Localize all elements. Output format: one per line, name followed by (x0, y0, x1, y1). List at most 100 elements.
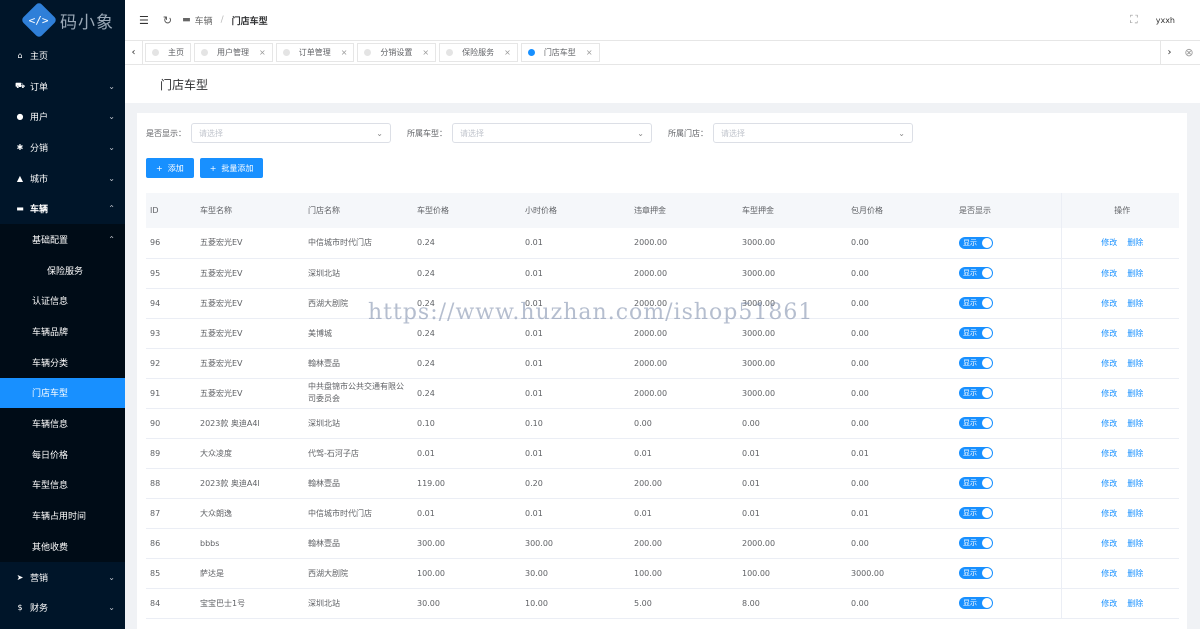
sidebar-item[interactable]: 车辆分类 (0, 346, 125, 378)
toggle-knob (982, 328, 992, 338)
table-cell: 200.00 (630, 528, 738, 559)
tab[interactable]: 用户管理 × (194, 43, 273, 62)
sidebar-item[interactable]: ➤ 营销 ⌄ (0, 562, 125, 593)
tab[interactable]: 保险服务 × (439, 43, 518, 62)
delete-link[interactable]: 删除 (1127, 599, 1143, 608)
sidebar-item[interactable]: ✱ 分销 ⌄ (0, 132, 125, 163)
sidebar-item[interactable]: 认证信息 (0, 285, 125, 317)
visibility-toggle[interactable]: 显示 (959, 297, 993, 309)
edit-link[interactable]: 修改 (1101, 359, 1117, 368)
close-icon[interactable]: × (504, 48, 511, 57)
visibility-toggle[interactable]: 显示 (959, 236, 993, 249)
chevron-down-icon: ⌄ (108, 142, 115, 152)
fullscreen-icon[interactable]: ⛶ (1130, 13, 1138, 27)
edit-link[interactable]: 修改 (1101, 509, 1117, 518)
delete-link[interactable]: 删除 (1127, 329, 1143, 338)
delete-link[interactable]: 删除 (1127, 389, 1143, 398)
chevron-down-icon: ⌄ (108, 81, 115, 91)
tabs-scroll-right-icon[interactable]: › (1160, 40, 1178, 65)
logo[interactable]: </> 码小象 (0, 0, 125, 40)
close-icon[interactable]: × (586, 48, 593, 57)
edit-link[interactable]: 修改 (1101, 419, 1117, 428)
tab[interactable]: 订单管理 × (275, 43, 355, 62)
close-all-tabs-icon[interactable]: ⊗ (1178, 46, 1200, 59)
sidebar-item[interactable]: 车辆品牌 (0, 316, 125, 347)
filter-select[interactable]: 请选择 ⌄ (191, 123, 391, 143)
visibility-toggle[interactable]: 显示 (959, 417, 993, 429)
edit-link[interactable]: 修改 (1101, 599, 1117, 608)
sidebar-item[interactable]: 基础配置 ⌃ (0, 224, 125, 255)
tab[interactable]: 门店车型 × (520, 43, 600, 62)
username[interactable]: yxxh (1156, 16, 1175, 25)
close-icon[interactable]: × (341, 48, 348, 57)
edit-link[interactable]: 修改 (1101, 449, 1117, 458)
refresh-icon[interactable]: ↻ (163, 14, 172, 27)
visibility-toggle[interactable]: 显示 (959, 327, 993, 339)
delete-link[interactable]: 删除 (1127, 419, 1143, 428)
table-cell: 中共盘锦市公共交通有限公司委员会 (304, 378, 413, 409)
sidebar-item-label: 基础配置 (32, 235, 69, 246)
actions-cell: 修改 删除 (1060, 318, 1179, 349)
batch-add-button[interactable]: + 批量添加 (199, 158, 264, 178)
delete-link[interactable]: 删除 (1127, 269, 1143, 278)
actions-cell: 修改 删除 (1060, 408, 1179, 439)
sidebar-item[interactable]: 保险服务 (0, 254, 125, 286)
delete-link[interactable]: 删除 (1127, 479, 1143, 488)
sidebar-item[interactable]: 车辆占用时间 (0, 500, 125, 531)
add-button[interactable]: + 添加 (146, 158, 194, 178)
edit-link[interactable]: 修改 (1101, 389, 1117, 398)
edit-link[interactable]: 修改 (1101, 269, 1117, 278)
close-icon[interactable]: × (422, 48, 429, 57)
edit-link[interactable]: 修改 (1101, 569, 1117, 578)
tabs-scroll-left-icon[interactable]: ‹ (125, 40, 143, 65)
table-cell: 3000.00 (738, 258, 847, 289)
visibility-toggle[interactable]: 显示 (959, 477, 993, 489)
sidebar-item-label: 门店车型 (32, 389, 69, 400)
visibility-toggle[interactable]: 显示 (959, 267, 993, 279)
sidebar-item[interactable]: $ 财务 ⌄ (0, 592, 125, 623)
delete-link[interactable]: 删除 (1127, 238, 1143, 247)
sidebar-item[interactable]: ▬ 车辆 ⌃ (0, 193, 125, 224)
sidebar-item[interactable]: ⌂ 主页 (0, 40, 125, 71)
watermark: https://www.huzhan.com/ishop51861 (368, 300, 814, 325)
visibility-toggle[interactable]: 显示 (959, 537, 993, 549)
edit-link[interactable]: 修改 (1101, 479, 1117, 488)
filter-select[interactable]: 请选择 ⌄ (452, 123, 652, 143)
delete-link[interactable]: 删除 (1127, 539, 1143, 548)
visibility-toggle[interactable]: 显示 (959, 507, 993, 519)
sidebar-item[interactable]: ● 用户 ⌄ (0, 101, 125, 132)
delete-link[interactable]: 删除 (1127, 449, 1143, 458)
edit-link[interactable]: 修改 (1101, 299, 1117, 308)
delete-link[interactable]: 删除 (1127, 359, 1143, 368)
sidebar-item[interactable]: ⛟ 订单 ⌄ (0, 71, 125, 102)
actions-cell: 修改 删除 (1060, 288, 1179, 319)
tab[interactable]: 主页 (145, 43, 191, 62)
toggle-knob (982, 237, 992, 248)
table-cell: 0.00 (738, 408, 847, 439)
filter-select[interactable]: 请选择 ⌄ (713, 123, 913, 143)
delete-link[interactable]: 删除 (1127, 299, 1143, 308)
edit-link[interactable]: 修改 (1101, 329, 1117, 338)
menu-toggle-icon[interactable]: ☰ (139, 14, 149, 27)
visibility-toggle[interactable]: 显示 (959, 597, 993, 609)
sidebar-item[interactable]: 车型信息 (0, 469, 125, 501)
edit-link[interactable]: 修改 (1101, 238, 1117, 247)
visibility-toggle[interactable]: 显示 (959, 387, 993, 399)
sidebar-item[interactable]: ▲ 城市 ⌄ (0, 163, 125, 194)
delete-link[interactable]: 删除 (1127, 569, 1143, 578)
sidebar-item[interactable]: 门店车型 (0, 377, 125, 409)
breadcrumb-parent[interactable]: 车辆 (195, 14, 213, 27)
close-icon[interactable]: × (259, 48, 266, 57)
visibility-toggle[interactable]: 显示 (959, 357, 993, 369)
visibility-toggle[interactable]: 显示 (959, 567, 993, 579)
actions-cell: 修改 删除 (1060, 378, 1179, 409)
delete-link[interactable]: 删除 (1127, 509, 1143, 518)
edit-link[interactable]: 修改 (1101, 539, 1117, 548)
toggle-label: 显示 (963, 599, 977, 607)
sidebar-item[interactable]: 车辆信息 (0, 408, 125, 439)
sidebar-item[interactable]: 其他收费 (0, 531, 125, 562)
visibility-toggle[interactable]: 显示 (959, 447, 993, 459)
tab[interactable]: 分销设置 × (357, 43, 437, 62)
sidebar-item[interactable]: 每日价格 (0, 438, 125, 470)
table-cell: 2000.00 (630, 348, 738, 379)
